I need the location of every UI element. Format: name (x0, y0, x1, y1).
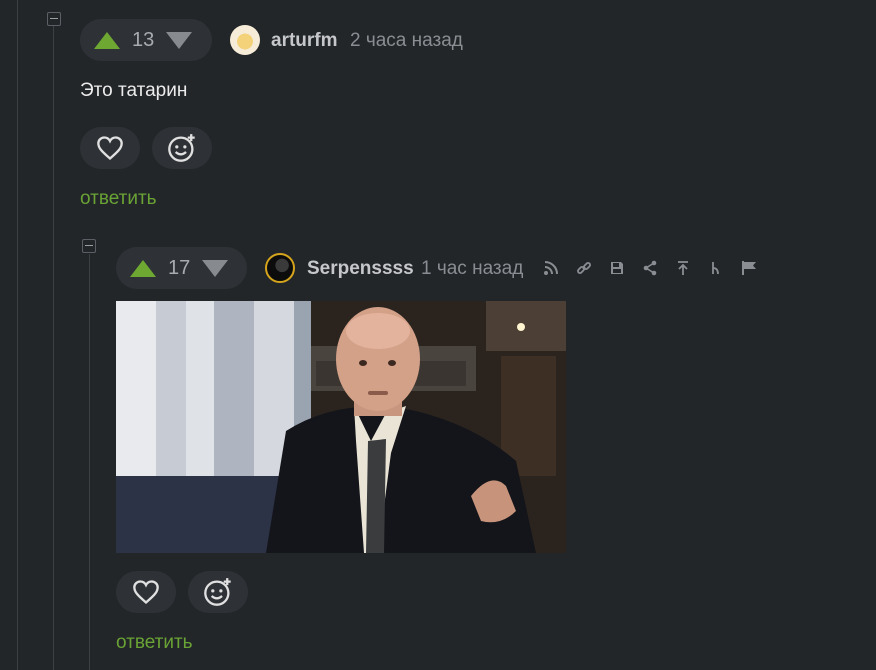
upvote-icon[interactable] (94, 31, 120, 49)
branch-icon[interactable] (707, 259, 725, 277)
thread-line-outer (17, 0, 18, 670)
comment-image[interactable] (116, 301, 566, 553)
emoji-add-icon (204, 578, 231, 606)
rating-count: 17 (168, 256, 191, 279)
heart-icon (97, 136, 123, 161)
upvote-icon[interactable] (130, 259, 156, 277)
avatar[interactable] (265, 253, 295, 283)
flag-icon[interactable] (740, 259, 758, 277)
downvote-icon[interactable] (166, 31, 193, 49)
comment-rating: 13 (80, 19, 212, 61)
save-icon[interactable] (608, 259, 626, 277)
share-icon[interactable] (641, 259, 659, 277)
reaction-button[interactable] (188, 571, 248, 613)
heart-icon (133, 580, 159, 605)
collapse-toggle[interactable] (82, 239, 96, 253)
image-content (116, 301, 566, 553)
scroll-top-icon[interactable] (674, 259, 692, 277)
comment-rating: 17 (116, 247, 247, 289)
subscribe-icon[interactable] (542, 259, 560, 277)
comment-time[interactable]: 1 час назад (421, 258, 523, 280)
rating-count: 13 (132, 28, 155, 51)
like-button[interactable] (80, 127, 140, 169)
reaction-button[interactable] (152, 127, 212, 169)
avatar[interactable] (230, 25, 260, 55)
emoji-add-icon (168, 134, 195, 162)
username[interactable]: arturfm (271, 30, 338, 52)
reply-link[interactable]: ответить (80, 188, 157, 210)
reply-link[interactable]: ответить (116, 632, 193, 654)
username[interactable]: Serpenssss (307, 258, 414, 280)
like-button[interactable] (116, 571, 176, 613)
comment-time[interactable]: 2 часа назад (350, 30, 463, 52)
comment-text: Это татарин (80, 80, 188, 101)
collapse-toggle[interactable] (47, 12, 61, 26)
thread-line-level2 (89, 254, 90, 670)
link-icon[interactable] (575, 259, 593, 277)
thread-line-level1 (53, 26, 54, 670)
downvote-icon[interactable] (202, 259, 229, 277)
